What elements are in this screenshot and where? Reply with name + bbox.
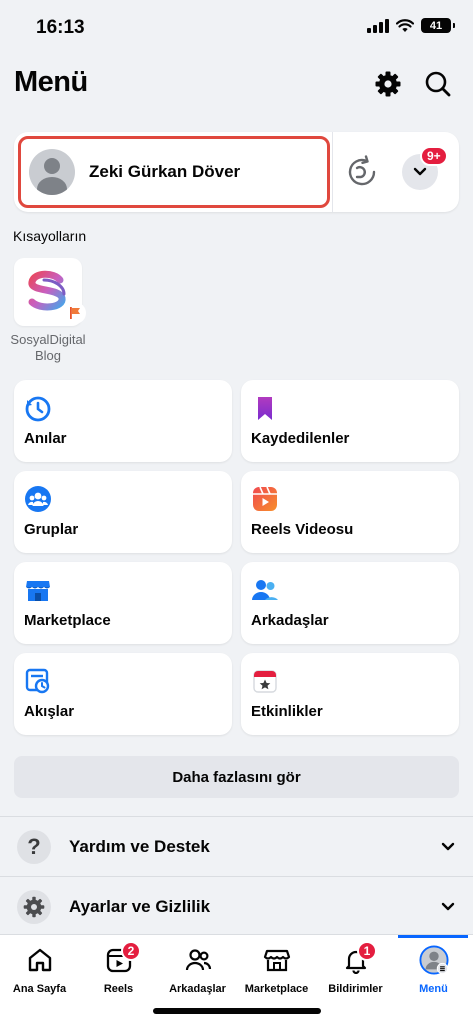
events-calendar-icon [253,670,277,693]
status-bar: 16:13 41 [0,0,473,56]
chevron-down-icon [441,902,455,911]
tab-badge: 2 [121,941,141,961]
shortcut-thumbnail [14,258,86,326]
profile-card: Zeki Gürkan Döver 9+ [14,132,459,212]
status-time: 16:13 [36,17,85,38]
tab-label: Arkadaşlar [169,983,226,995]
switch-account-icon [348,155,376,186]
tile-memories[interactable]: Anılar [14,380,232,462]
tile-saved[interactable]: Kaydedilenler [241,380,459,462]
shortcut-name: SosyalDigital Blog [10,332,86,363]
notification-badge: 9+ [420,146,448,166]
profile-name: Zeki Gürkan Döver [89,162,241,181]
settings-privacy-row[interactable]: Ayarlar ve Gizlilik [0,878,473,936]
tile-label: Anılar [24,430,67,447]
divider [0,816,473,817]
tab-label: Menü [419,983,448,995]
gear-icon [375,71,401,97]
tab-menu[interactable]: Menü [394,935,473,999]
tile-label: Marketplace [24,612,111,629]
header: Menü [14,66,459,106]
divider [0,876,473,877]
chevron-down-icon [413,167,427,176]
profile-link[interactable]: Zeki Gürkan Döver [18,136,330,208]
divider [332,132,333,212]
shortcuts-label: Kısayolların [13,228,87,244]
tab-marketplace[interactable]: Marketplace [237,935,316,999]
tile-friends[interactable]: Arkadaşlar [241,562,459,644]
tile-label: Reels Videosu [251,521,354,538]
marketplace-icon [262,945,292,975]
tile-feeds[interactable]: Akışlar [14,653,232,735]
switch-profile-button[interactable] [342,152,382,192]
settings-gear-icon [17,890,51,924]
bookmark-icon [258,397,272,420]
home-icon [25,945,55,975]
friends-icon [183,945,213,975]
page-flag-icon [64,302,86,324]
shortcut-item[interactable]: SosyalDigital Blog [8,258,88,364]
chevron-down-icon [441,842,455,851]
help-support-row[interactable]: ? Yardım ve Destek [0,818,473,876]
tile-groups[interactable]: Gruplar [14,471,232,553]
friends-icon [252,580,278,600]
tab-reels[interactable]: 2 Reels [79,935,158,999]
tab-notifications[interactable]: 1 Bildirimler [316,935,395,999]
tab-label: Reels [103,983,134,995]
row-label: Yardım ve Destek [69,837,210,856]
status-icons: 41 [367,18,455,33]
tile-label: Etkinlikler [251,703,323,720]
tab-badge: 1 [357,941,377,961]
feeds-icon [25,668,50,694]
tab-label: Bildirimler [328,983,383,995]
marketplace-store-icon [26,581,50,601]
tile-label: Gruplar [24,521,79,538]
battery-level: 41 [429,19,443,32]
page-title: Menü [14,66,88,98]
help-icon: ? [17,830,51,864]
tab-friends[interactable]: Arkadaşlar [158,935,237,999]
tile-marketplace[interactable]: Marketplace [14,562,232,644]
home-indicator[interactable] [153,1008,321,1014]
battery-icon: 41 [421,18,455,33]
cellular-signal-icon [367,18,389,33]
row-label: Ayarlar ve Gizlilik [69,897,211,916]
tile-label: Arkadaşlar [251,612,329,629]
tile-label: Kaydedilenler [251,430,350,447]
wifi-icon [396,18,414,32]
reels-icon [253,486,277,511]
search-button[interactable] [420,66,456,102]
tab-home[interactable]: Ana Sayfa [0,935,79,999]
see-more-button[interactable]: Daha fazlasını gör [14,756,459,798]
settings-button[interactable] [370,66,406,102]
profile-menu-icon [418,945,449,975]
search-icon [425,71,451,97]
avatar [29,149,75,195]
tile-events[interactable]: Etkinlikler [241,653,459,735]
memories-clock-icon [25,396,51,422]
groups-icon [25,486,51,512]
tile-label: Akışlar [24,703,75,720]
tab-label: Ana Sayfa [12,983,67,995]
tile-reels[interactable]: Reels Videosu [241,471,459,553]
tab-label: Marketplace [244,983,309,995]
